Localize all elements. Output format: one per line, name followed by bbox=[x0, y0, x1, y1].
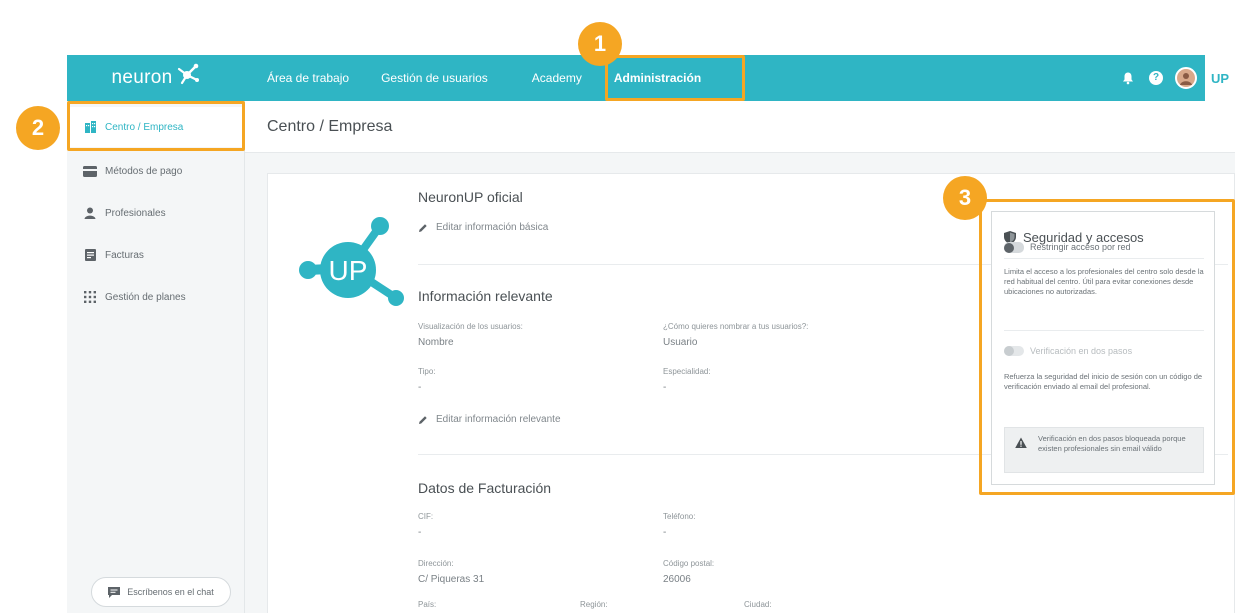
bell-icon[interactable] bbox=[1121, 71, 1135, 85]
chat-button-label: Escríbenos en el chat bbox=[127, 587, 214, 597]
field-label: CIF: bbox=[418, 512, 434, 521]
edit-basic-info-label: Editar información básica bbox=[436, 222, 549, 233]
center-name: NeuronUP oficial bbox=[418, 189, 523, 205]
brand-neuron-icon bbox=[178, 63, 200, 85]
center-logo: UP bbox=[299, 217, 404, 306]
field-label: Especialidad: bbox=[663, 367, 711, 376]
invoice-icon bbox=[83, 249, 97, 261]
field-label: Ciudad: bbox=[744, 600, 772, 609]
grid-icon bbox=[83, 291, 97, 303]
field-value: - bbox=[663, 382, 667, 393]
page-header: Centro / Empresa bbox=[245, 101, 1235, 153]
nav-item-area-de-trabajo[interactable]: Área de trabajo bbox=[267, 55, 349, 101]
sidebar-item-facturas[interactable]: Facturas bbox=[67, 235, 245, 275]
nav-actions: ? UP bbox=[1121, 55, 1235, 101]
field-value: Usuario bbox=[663, 337, 698, 348]
pencil-icon bbox=[419, 415, 427, 424]
nav-item-academy[interactable]: Academy bbox=[532, 55, 582, 101]
chat-button[interactable]: Escríbenos en el chat bbox=[91, 577, 231, 607]
edit-basic-info-link[interactable]: Editar información básica bbox=[418, 222, 548, 233]
annotation-badge-2: 2 bbox=[16, 106, 60, 150]
nav-item-gestion-usuarios[interactable]: Gestión de usuarios bbox=[381, 55, 488, 101]
chat-icon bbox=[108, 586, 121, 598]
field-label: ¿Cómo quieres nombrar a tus usuarios?: bbox=[663, 322, 809, 331]
field-label: Código postal: bbox=[663, 559, 715, 568]
sidebar-item-profesionales[interactable]: Profesionales bbox=[67, 193, 245, 233]
page-title: Centro / Empresa bbox=[267, 118, 393, 135]
screen: neuron Área de trabajo Gestión de usuari… bbox=[0, 0, 1235, 613]
sidebar-item-label: Facturas bbox=[105, 249, 144, 261]
sidebar-item-label: Métodos de pago bbox=[105, 165, 183, 177]
user-photo-icon bbox=[1180, 73, 1192, 85]
sidebar-item-gestion-de-planes[interactable]: Gestión de planes bbox=[67, 277, 245, 317]
annotation-badge-3: 3 bbox=[943, 176, 987, 220]
credit-card-icon bbox=[83, 165, 97, 177]
up-badge[interactable]: UP bbox=[1205, 55, 1235, 101]
brand-name: neuron bbox=[111, 67, 173, 88]
sidebar: Centro / Empresa Métodos de pago Profesi… bbox=[67, 101, 245, 613]
user-icon bbox=[83, 207, 97, 219]
brand-logo[interactable]: neuron bbox=[67, 55, 245, 101]
edit-relevant-info-label: Editar información relevante bbox=[436, 414, 561, 425]
relevant-info-title: Información relevante bbox=[418, 288, 553, 304]
field-value: 26006 bbox=[663, 574, 691, 585]
annotation-badge-1: 1 bbox=[578, 22, 622, 66]
highlight-security-panel bbox=[979, 199, 1235, 495]
field-label: Tipo: bbox=[418, 367, 436, 376]
edit-relevant-info-link[interactable]: Editar información relevante bbox=[418, 414, 561, 425]
field-value: - bbox=[663, 527, 667, 538]
field-label: Visualización de los usuarios: bbox=[418, 322, 523, 331]
field-value: - bbox=[418, 382, 422, 393]
highlight-administracion bbox=[605, 55, 745, 101]
sidebar-item-metodos-de-pago[interactable]: Métodos de pago bbox=[67, 151, 245, 191]
field-value: C/ Piqueras 31 bbox=[418, 574, 485, 585]
sidebar-item-label: Gestión de planes bbox=[105, 291, 186, 303]
field-value: Nombre bbox=[418, 337, 454, 348]
billing-title: Datos de Facturación bbox=[418, 480, 552, 496]
center-logo-text: UP bbox=[329, 255, 368, 286]
pencil-icon bbox=[419, 223, 427, 232]
field-label: Región: bbox=[580, 600, 608, 609]
field-label: País: bbox=[418, 600, 437, 609]
sidebar-item-label: Profesionales bbox=[105, 207, 166, 219]
field-label: Dirección: bbox=[418, 559, 454, 568]
field-label: Teléfono: bbox=[663, 512, 696, 521]
avatar[interactable] bbox=[1175, 67, 1197, 89]
help-icon[interactable]: ? bbox=[1149, 71, 1163, 85]
field-value: - bbox=[418, 527, 422, 538]
highlight-centro-empresa bbox=[67, 101, 245, 151]
